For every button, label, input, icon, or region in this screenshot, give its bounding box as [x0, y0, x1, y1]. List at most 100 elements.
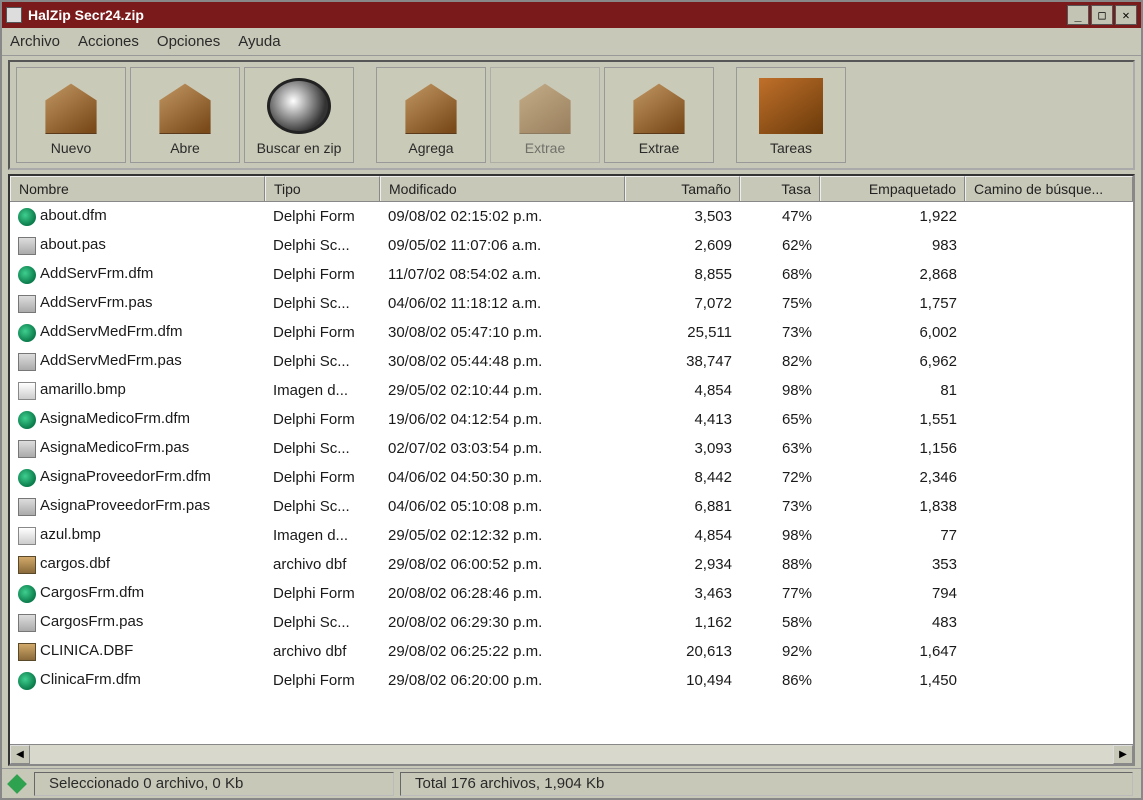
- minimize-button[interactable]: _: [1067, 5, 1089, 25]
- cell-camino: [965, 418, 1133, 422]
- scroll-right-icon[interactable]: ▶: [1113, 745, 1133, 764]
- menu-opciones[interactable]: Opciones: [157, 33, 220, 50]
- file-name: about.dfm: [40, 207, 107, 224]
- tools-icon: [759, 78, 823, 134]
- toolbar-label: Agrega: [408, 140, 453, 156]
- toolbar-extrae[interactable]: Extrae: [604, 67, 714, 163]
- cell-tam: 4,854: [625, 525, 740, 546]
- cell-tam: 3,463: [625, 583, 740, 604]
- toolbar-label: Buscar en zip: [257, 140, 342, 156]
- cell-camino: [965, 389, 1133, 393]
- cell-mod: 29/08/02 06:25:22 p.m.: [380, 641, 625, 662]
- cell-emp: 1,156: [820, 438, 965, 459]
- cell-emp: 983: [820, 235, 965, 256]
- file-row[interactable]: AsignaMedicoFrm.dfmDelphi Form19/06/02 0…: [10, 405, 1133, 434]
- file-name: AddServFrm.dfm: [40, 265, 153, 282]
- file-row[interactable]: CLINICA.DBFarchivo dbf29/08/02 06:25:22 …: [10, 637, 1133, 666]
- cell-tasa: 63%: [740, 438, 820, 459]
- cell-tam: 4,854: [625, 380, 740, 401]
- scroll-left-icon[interactable]: ◀: [10, 745, 30, 764]
- file-row[interactable]: ClinicaFrm.dfmDelphi Form29/08/02 06:20:…: [10, 666, 1133, 695]
- cell-emp: 794: [820, 583, 965, 604]
- cell-tam: 4,413: [625, 409, 740, 430]
- maximize-button[interactable]: □: [1091, 5, 1113, 25]
- cell-tipo: Delphi Form: [265, 264, 380, 285]
- file-name: amarillo.bmp: [40, 381, 126, 398]
- file-row[interactable]: CargosFrm.dfm Delphi Form20/08/02 06:28:4…: [10, 579, 1133, 608]
- file-row[interactable]: AsignaProveedorFrm.pasDelphi Sc...04/06/…: [10, 492, 1133, 521]
- cell-tipo: Delphi Sc...: [265, 612, 380, 633]
- header-camino[interactable]: Camino de búsque...: [965, 176, 1133, 201]
- cell-emp: 1,838: [820, 496, 965, 517]
- header-modificado[interactable]: Modificado: [380, 176, 625, 201]
- horizontal-scrollbar[interactable]: ◀ ▶: [10, 744, 1133, 764]
- file-name: AsignaProveedorFrm.pas: [40, 497, 210, 514]
- status-diamond-icon: [7, 774, 27, 794]
- form-file-icon: [18, 324, 36, 342]
- cell-tam: 2,609: [625, 235, 740, 256]
- magnify-icon: [267, 78, 331, 134]
- cell-camino: [965, 563, 1133, 567]
- toolbar-agrega[interactable]: Agrega: [376, 67, 486, 163]
- cell-mod: 20/08/02 06:28:46 p.m.: [380, 583, 625, 604]
- toolbar-abre[interactable]: Abre: [130, 67, 240, 163]
- cell-emp: 1,551: [820, 409, 965, 430]
- file-row[interactable]: AddServMedFrm.pasDelphi Sc...30/08/02 05…: [10, 347, 1133, 376]
- cell-emp: 6,962: [820, 351, 965, 372]
- cell-tipo: Delphi Form: [265, 583, 380, 604]
- file-row[interactable]: amarillo.bmpImagen d...29/05/02 02:10:44…: [10, 376, 1133, 405]
- toolbar-buscar-en-zip[interactable]: Buscar en zip: [244, 67, 354, 163]
- toolbar-label: Extrae: [525, 140, 565, 156]
- toolbar-tareas[interactable]: Tareas: [736, 67, 846, 163]
- header-tasa[interactable]: Tasa: [740, 176, 820, 201]
- cell-tasa: 77%: [740, 583, 820, 604]
- statusbar: Seleccionado 0 archivo, 0 Kb Total 176 a…: [2, 768, 1141, 798]
- cell-mod: 29/05/02 02:10:44 p.m.: [380, 380, 625, 401]
- file-name: ClinicaFrm.dfm: [40, 671, 141, 688]
- menu-archivo[interactable]: Archivo: [10, 33, 60, 50]
- toolbar-nuevo[interactable]: Nuevo: [16, 67, 126, 163]
- cell-emp: 1,757: [820, 293, 965, 314]
- cell-mod: 30/08/02 05:44:48 p.m.: [380, 351, 625, 372]
- file-row[interactable]: about.pasDelphi Sc...09/05/02 11:07:06 a…: [10, 231, 1133, 260]
- header-empaquetado[interactable]: Empaquetado: [820, 176, 965, 201]
- status-selected: Seleccionado 0 archivo, 0 Kb: [34, 772, 394, 796]
- source-file-icon: [18, 440, 36, 458]
- file-row[interactable]: azul.bmpImagen d...29/05/02 02:12:32 p.m…: [10, 521, 1133, 550]
- menu-ayuda[interactable]: Ayuda: [238, 33, 280, 50]
- file-name: CargosFrm.dfm: [40, 584, 144, 601]
- cell-tasa: 62%: [740, 235, 820, 256]
- file-row[interactable]: AsignaMedicoFrm.pasDelphi Sc...02/07/02 …: [10, 434, 1133, 463]
- menubar: Archivo Acciones Opciones Ayuda: [2, 28, 1141, 56]
- file-row[interactable]: AddServMedFrm.dfmDelphi Form30/08/02 05:…: [10, 318, 1133, 347]
- form-file-icon: [18, 672, 36, 690]
- file-row[interactable]: AddServFrm.pasDelphi Sc...04/06/02 11:18…: [10, 289, 1133, 318]
- close-button[interactable]: ✕: [1115, 5, 1137, 25]
- scroll-track[interactable]: [30, 745, 1113, 764]
- file-row[interactable]: about.dfmDelphi Form09/08/02 02:15:02 p.…: [10, 202, 1133, 231]
- cell-mod: 29/08/02 06:00:52 p.m.: [380, 554, 625, 575]
- cell-tipo: archivo dbf: [265, 641, 380, 662]
- cell-tipo: Delphi Form: [265, 467, 380, 488]
- cell-mod: 04/06/02 11:18:12 a.m.: [380, 293, 625, 314]
- cell-tipo: Delphi Sc...: [265, 496, 380, 517]
- cell-tam: 20,613: [625, 641, 740, 662]
- cell-mod: 20/08/02 06:29:30 p.m.: [380, 612, 625, 633]
- file-row[interactable]: cargos.dbfarchivo dbf29/08/02 06:00:52 p…: [10, 550, 1133, 579]
- file-row[interactable]: CargosFrm.pasDelphi Sc...20/08/02 06:29:…: [10, 608, 1133, 637]
- cell-camino: [965, 360, 1133, 364]
- cell-camino: [965, 447, 1133, 451]
- menu-acciones[interactable]: Acciones: [78, 33, 139, 50]
- header-tipo[interactable]: Tipo: [265, 176, 380, 201]
- cell-tipo: Delphi Form: [265, 206, 380, 227]
- cell-tam: 8,855: [625, 264, 740, 285]
- cell-tasa: 82%: [740, 351, 820, 372]
- file-row[interactable]: AddServFrm.dfmDelphi Form11/07/02 08:54:…: [10, 260, 1133, 289]
- cell-camino: [965, 244, 1133, 248]
- file-row[interactable]: AsignaProveedorFrm.dfmDelphi Form04/06/0…: [10, 463, 1133, 492]
- cell-tasa: 98%: [740, 525, 820, 546]
- header-tamano[interactable]: Tamaño: [625, 176, 740, 201]
- header-nombre[interactable]: Nombre: [10, 176, 265, 201]
- cell-mod: 09/05/02 11:07:06 a.m.: [380, 235, 625, 256]
- cell-mod: 29/05/02 02:12:32 p.m.: [380, 525, 625, 546]
